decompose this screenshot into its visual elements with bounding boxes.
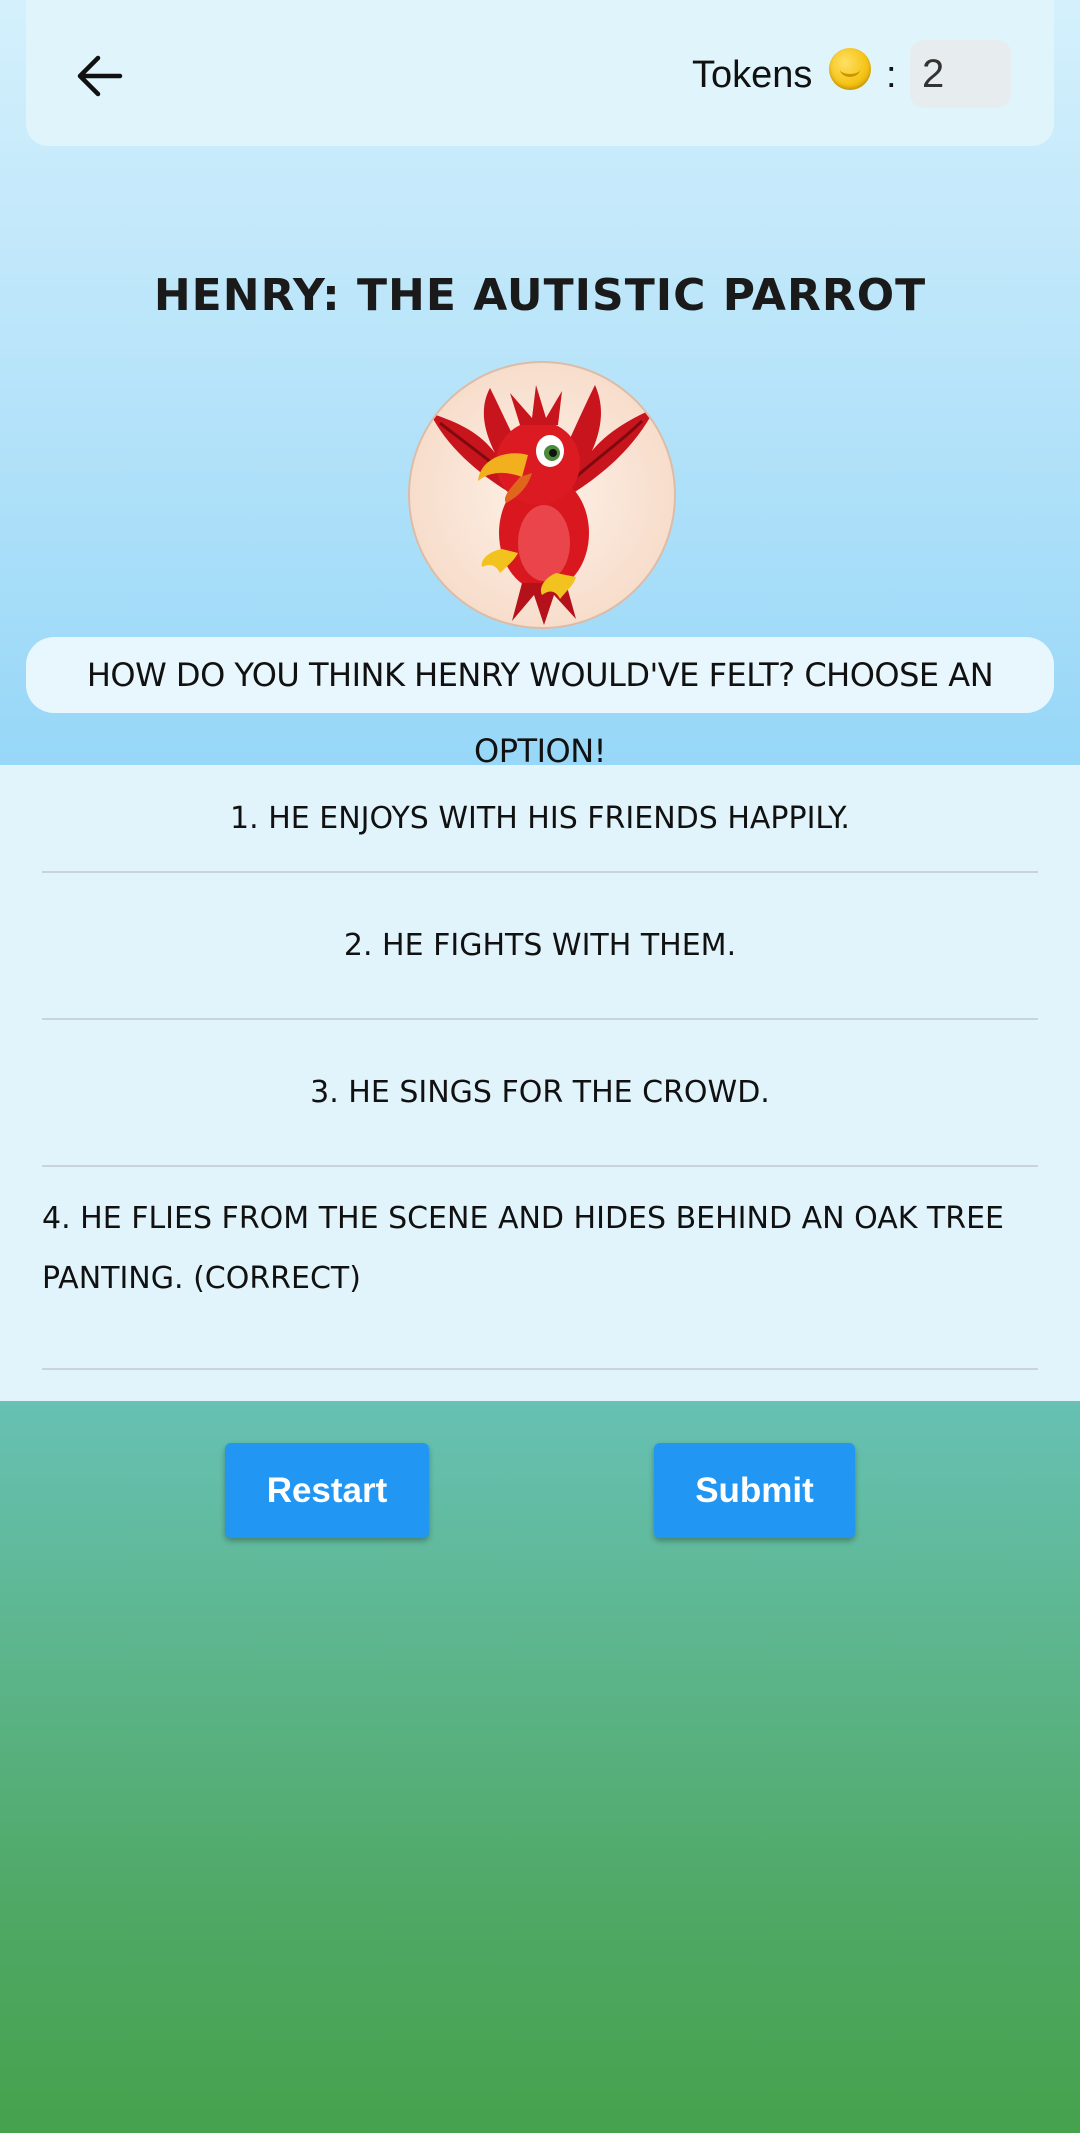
actions-area [0,1401,1080,2133]
option-3[interactable]: 3. He sings for the crowd. [42,1020,1038,1167]
restart-button[interactable]: Restart [225,1443,429,1538]
tokens-label: Tokens [692,54,813,96]
submit-button[interactable]: Submit [654,1443,855,1538]
question-prompt: How do you think Henry would've felt? Ch… [26,637,1054,770]
token-count: 2 [910,40,1011,108]
option-1[interactable]: 1. He enjoys with his friends happily. [42,765,1038,873]
option-2[interactable]: 2. He fights with them. [42,873,1038,1020]
coin-icon [829,48,871,90]
arrow-left-icon [77,55,123,97]
story-title: Henry: the Autistic Parrot [153,270,927,321]
tokens-separator: : [886,54,897,96]
option-4[interactable]: 4. He flies from the scene and hides beh… [42,1167,1038,1370]
top-bar [26,0,1054,146]
parrot-image [408,361,676,629]
back-button[interactable] [62,38,138,114]
